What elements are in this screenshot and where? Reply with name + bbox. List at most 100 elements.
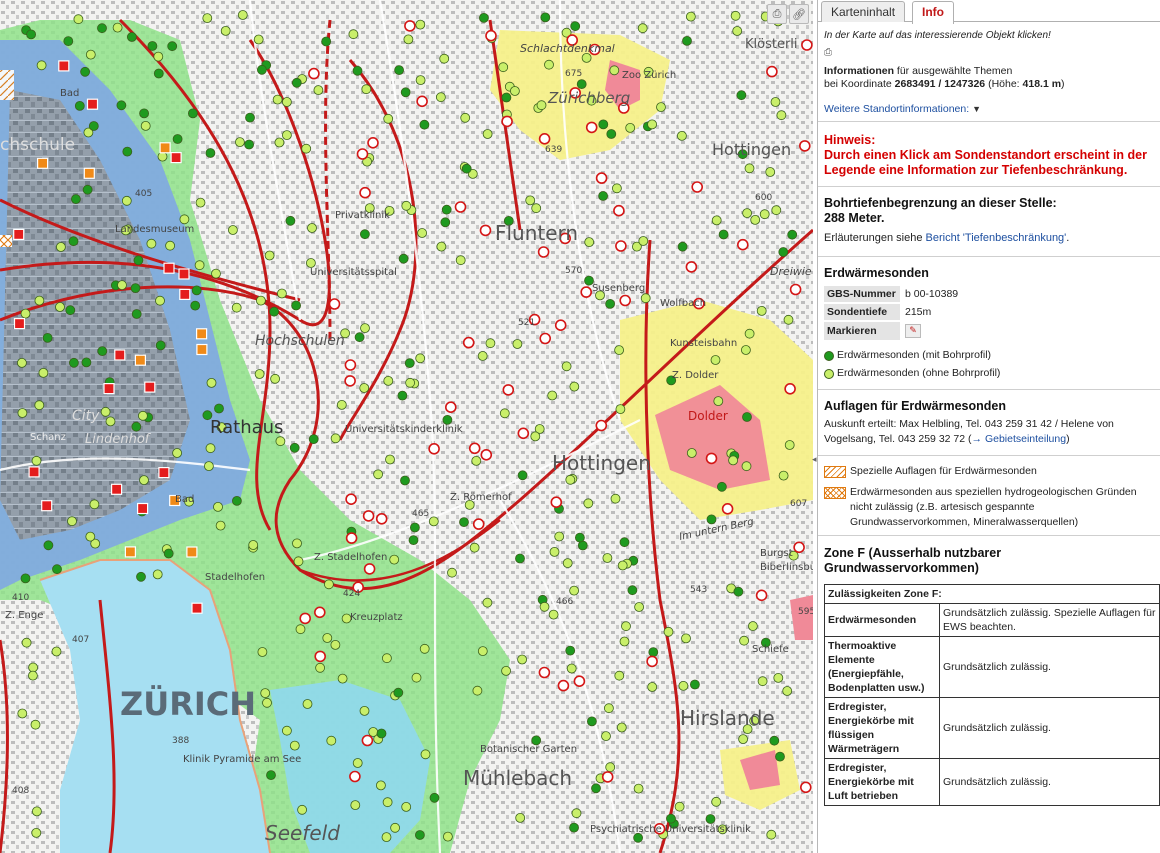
borehole-without-profile-marker[interactable] — [403, 34, 414, 45]
borehole-without-profile-marker[interactable] — [471, 455, 482, 466]
borehole-without-profile-marker[interactable] — [419, 643, 430, 654]
borehole-without-profile-marker[interactable] — [307, 223, 317, 233]
borehole-without-profile-marker[interactable] — [302, 699, 313, 709]
borehole-without-profile-marker[interactable] — [782, 686, 793, 696]
borehole-without-profile-marker[interactable] — [766, 829, 777, 840]
borehole-with-profile-marker[interactable] — [26, 29, 37, 40]
borehole-with-profile-marker[interactable] — [461, 163, 472, 174]
borehole-without-profile-marker[interactable] — [17, 408, 28, 418]
borehole-without-profile-marker[interactable] — [548, 609, 559, 620]
borehole-with-profile-marker[interactable] — [63, 36, 74, 46]
restricted-borehole-marker[interactable] — [573, 675, 586, 688]
borehole-without-profile-marker[interactable] — [248, 540, 259, 550]
borehole-without-profile-marker[interactable] — [442, 831, 453, 842]
borehole-without-profile-marker[interactable] — [411, 672, 422, 683]
borehole-without-profile-marker[interactable] — [778, 470, 789, 481]
borehole-without-profile-marker[interactable] — [264, 250, 275, 261]
restricted-borehole-marker[interactable] — [345, 493, 357, 506]
restricted-borehole-marker[interactable] — [619, 294, 632, 307]
restricted-borehole-marker[interactable] — [314, 650, 327, 663]
borehole-without-profile-marker[interactable] — [417, 228, 428, 238]
borehole-without-profile-marker[interactable] — [205, 443, 216, 454]
borehole-with-profile-marker[interactable] — [139, 108, 150, 119]
more-location-toggle[interactable]: Weitere Standortinformationen: ▼ — [824, 103, 1154, 115]
restricted-borehole-marker[interactable] — [793, 541, 805, 554]
borehole-without-profile-marker[interactable] — [750, 214, 761, 225]
borehole-with-profile-marker[interactable] — [429, 792, 440, 803]
borehole-without-profile-marker[interactable] — [20, 308, 31, 319]
borehole-without-profile-marker[interactable] — [227, 225, 238, 235]
borehole-without-profile-marker[interactable] — [373, 469, 384, 480]
borehole-with-profile-marker[interactable] — [666, 813, 676, 824]
restricted-borehole-marker[interactable] — [755, 589, 768, 602]
restricted-borehole-marker[interactable] — [705, 452, 718, 465]
borehole-without-profile-marker[interactable] — [350, 800, 361, 810]
borehole-with-profile-marker[interactable] — [414, 830, 425, 840]
borehole-with-profile-marker[interactable] — [191, 285, 202, 296]
borehole-without-profile-marker[interactable] — [498, 62, 509, 73]
restricted-borehole-marker[interactable] — [404, 20, 416, 32]
borehole-without-profile-marker[interactable] — [383, 375, 394, 386]
borehole-without-profile-marker[interactable] — [73, 14, 84, 25]
borehole-with-profile-marker[interactable] — [394, 65, 405, 75]
borehole-without-profile-marker[interactable] — [28, 670, 38, 681]
print-map-button[interactable]: ⎙ — [767, 4, 787, 24]
borehole-with-profile-marker[interactable] — [733, 586, 744, 597]
borehole-without-profile-marker[interactable] — [619, 636, 630, 647]
borehole-without-profile-marker[interactable] — [615, 404, 626, 415]
borehole-without-profile-marker[interactable] — [482, 129, 493, 139]
restricted-borehole-marker[interactable] — [595, 172, 608, 184]
borehole-without-profile-marker[interactable] — [32, 806, 42, 817]
borehole-with-profile-marker[interactable] — [459, 517, 469, 527]
borehole-without-profile-marker[interactable] — [730, 10, 741, 21]
restricted-borehole-marker[interactable] — [538, 666, 551, 679]
special-site-marker[interactable] — [134, 354, 146, 366]
borehole-with-profile-marker[interactable] — [570, 21, 581, 32]
borehole-without-profile-marker[interactable] — [213, 501, 223, 512]
borehole-without-profile-marker[interactable] — [21, 637, 32, 648]
borehole-without-profile-marker[interactable] — [360, 323, 370, 334]
borehole-without-profile-marker[interactable] — [686, 448, 697, 458]
borehole-with-profile-marker[interactable] — [42, 332, 53, 343]
restricted-borehole-marker[interactable] — [539, 332, 552, 345]
borehole-with-profile-marker[interactable] — [69, 357, 79, 368]
borehole-with-profile-marker[interactable] — [569, 822, 579, 833]
borehole-without-profile-marker[interactable] — [326, 735, 337, 746]
restricted-borehole-marker[interactable] — [595, 419, 608, 432]
borehole-without-profile-marker[interactable] — [561, 361, 572, 372]
restricted-borehole-marker[interactable] — [308, 67, 320, 80]
borehole-without-profile-marker[interactable] — [544, 59, 554, 70]
borehole-without-profile-marker[interactable] — [530, 431, 541, 442]
borehole-without-profile-marker[interactable] — [359, 383, 370, 393]
borehole-with-profile-marker[interactable] — [677, 241, 688, 252]
borehole-without-profile-marker[interactable] — [739, 635, 749, 646]
borehole-with-profile-marker[interactable] — [214, 403, 224, 414]
borehole-without-profile-marker[interactable] — [146, 238, 157, 249]
borehole-without-profile-marker[interactable] — [55, 302, 65, 312]
borehole-without-profile-marker[interactable] — [501, 666, 512, 676]
borehole-with-profile-marker[interactable] — [256, 64, 267, 75]
borehole-without-profile-marker[interactable] — [742, 208, 752, 219]
borehole-without-profile-marker[interactable] — [525, 195, 536, 206]
borehole-with-profile-marker[interactable] — [231, 495, 242, 506]
borehole-without-profile-marker[interactable] — [770, 97, 781, 107]
borehole-with-profile-marker[interactable] — [147, 41, 158, 51]
borehole-without-profile-marker[interactable] — [289, 740, 300, 751]
borehole-without-profile-marker[interactable] — [605, 762, 616, 773]
restricted-borehole-marker[interactable] — [799, 781, 812, 794]
borehole-without-profile-marker[interactable] — [584, 237, 595, 248]
restricted-borehole-marker[interactable] — [801, 39, 813, 51]
borehole-with-profile-marker[interactable] — [131, 309, 142, 319]
restricted-borehole-marker[interactable] — [361, 734, 374, 747]
borehole-without-profile-marker[interactable] — [571, 808, 582, 819]
borehole-without-profile-marker[interactable] — [253, 34, 264, 45]
borehole-without-profile-marker[interactable] — [415, 75, 426, 85]
restricted-borehole-marker[interactable] — [691, 181, 704, 193]
borehole-with-profile-marker[interactable] — [155, 340, 166, 351]
borehole-without-profile-marker[interactable] — [67, 516, 77, 527]
restricted-borehole-marker[interactable] — [344, 375, 356, 387]
special-site-marker[interactable] — [163, 262, 175, 274]
borehole-without-profile-marker[interactable] — [469, 542, 480, 553]
borehole-without-profile-marker[interactable] — [485, 338, 496, 349]
borehole-without-profile-marker[interactable] — [539, 601, 550, 612]
